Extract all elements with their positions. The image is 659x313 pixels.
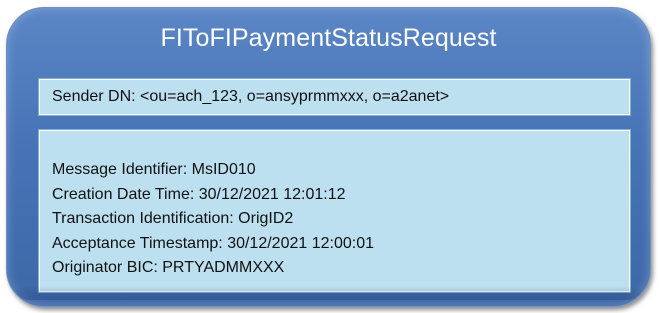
creation-date-time-line: Creation Date Time: 30/12/2021 12:01:12 (52, 185, 346, 203)
message-title: FIToFIPaymentStatusRequest (160, 24, 497, 52)
acceptance-timestamp-line: Acceptance Timestamp: 30/12/2021 12:00:0… (52, 234, 374, 252)
message-identifier-line: Message Identifier: MsID010 (52, 161, 256, 178)
transaction-identification-line: Transaction Identification: OrigID2 (52, 210, 294, 227)
details-list: Message Identifier: MsID010 Creation Dat… (52, 158, 374, 281)
details-panel: Message Identifier: MsID010 Creation Dat… (39, 130, 630, 292)
sender-panel: Sender DN: <ou=ach_123, o=ansyprmmxxx, o… (39, 79, 630, 115)
sender-dn-text: Sender DN: <ou=ach_123, o=ansyprmmxxx, o… (52, 88, 450, 105)
message-card: FIToFIPaymentStatusRequest Sender DN: <o… (6, 7, 651, 307)
originator-bic-line: Originator BIC: PRTYADMMXXX (52, 259, 285, 276)
